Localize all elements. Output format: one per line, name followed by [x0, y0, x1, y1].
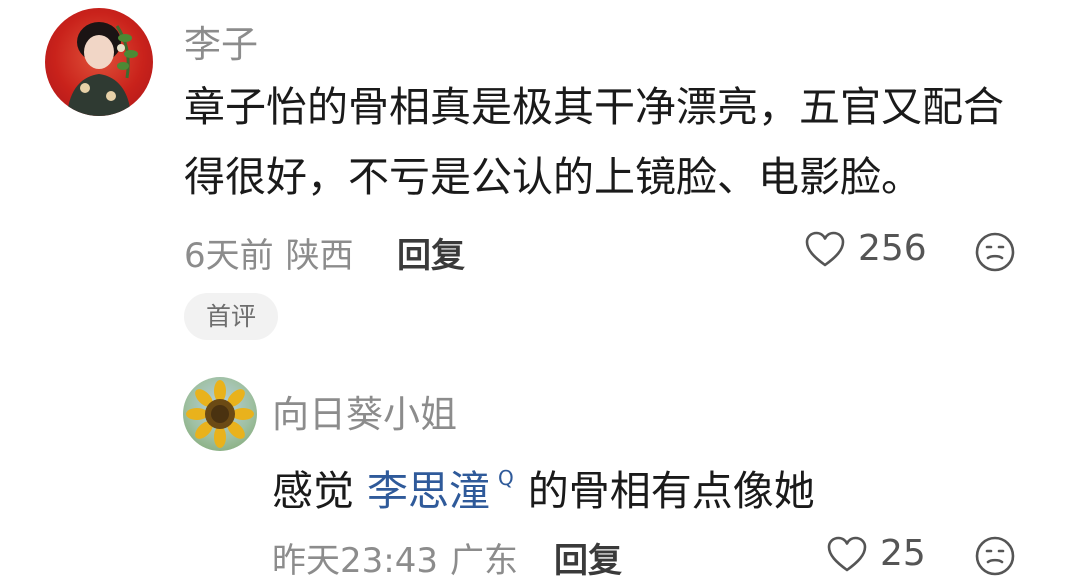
- reply-username[interactable]: 向日葵小姐: [272, 384, 457, 438]
- sunflower-avatar-image: [186, 380, 254, 448]
- comment-content: 章子怡的骨相真是极其干净漂亮，五官又配合 得很好，不亏是公认的上镜脸、电影脸。: [184, 72, 1004, 212]
- reply-dislike-button[interactable]: [974, 535, 1016, 581]
- dislike-button[interactable]: [974, 231, 1016, 277]
- first-comment-badge: 首评: [184, 293, 278, 340]
- heart-outline-icon: [827, 536, 867, 571]
- search-icon[interactable]: Q: [498, 466, 514, 490]
- like-count: 256: [858, 228, 927, 269]
- reply-content-prefix: 感觉: [272, 467, 354, 515]
- reply-avatar[interactable]: [183, 377, 257, 451]
- mention-link[interactable]: 李思潼: [367, 467, 490, 515]
- comment-username[interactable]: 李子: [184, 14, 258, 68]
- comment-content-line-1: 章子怡的骨相真是极其干净漂亮，五官又配合: [184, 83, 1004, 131]
- heart-outline-icon: [805, 231, 845, 266]
- reply-like-button[interactable]: 25: [826, 533, 926, 574]
- frown-face-icon: [975, 536, 1015, 576]
- reply-like-count: 25: [880, 533, 926, 574]
- avatar-portrait-image: [67, 22, 138, 116]
- like-button[interactable]: 256: [804, 228, 927, 269]
- comment-thread: 李子 章子怡的骨相真是极其干净漂亮，五官又配合 得很好，不亏是公认的上镜脸、电影…: [0, 0, 1080, 587]
- reply-content: 感觉 李思潼 Q 的骨相有点像她: [272, 443, 815, 526]
- comment-time: 6天前: [184, 236, 274, 276]
- reply-content-suffix: 的骨相有点像她: [527, 467, 815, 515]
- comment-location: 陕西: [285, 236, 354, 276]
- frown-face-icon: [975, 232, 1015, 272]
- reply-reply-button[interactable]: 回复: [554, 533, 622, 582]
- comment-content-line-2: 得很好，不亏是公认的上镜脸、电影脸。: [184, 153, 922, 201]
- avatar[interactable]: [45, 8, 153, 116]
- reply-time: 昨天23:43: [272, 541, 438, 581]
- reply-meta: 昨天23:43 广东: [272, 533, 518, 582]
- reply-location: 广东: [449, 541, 518, 581]
- comment-meta: 6天前 陕西: [184, 228, 354, 277]
- reply-button[interactable]: 回复: [397, 228, 465, 277]
